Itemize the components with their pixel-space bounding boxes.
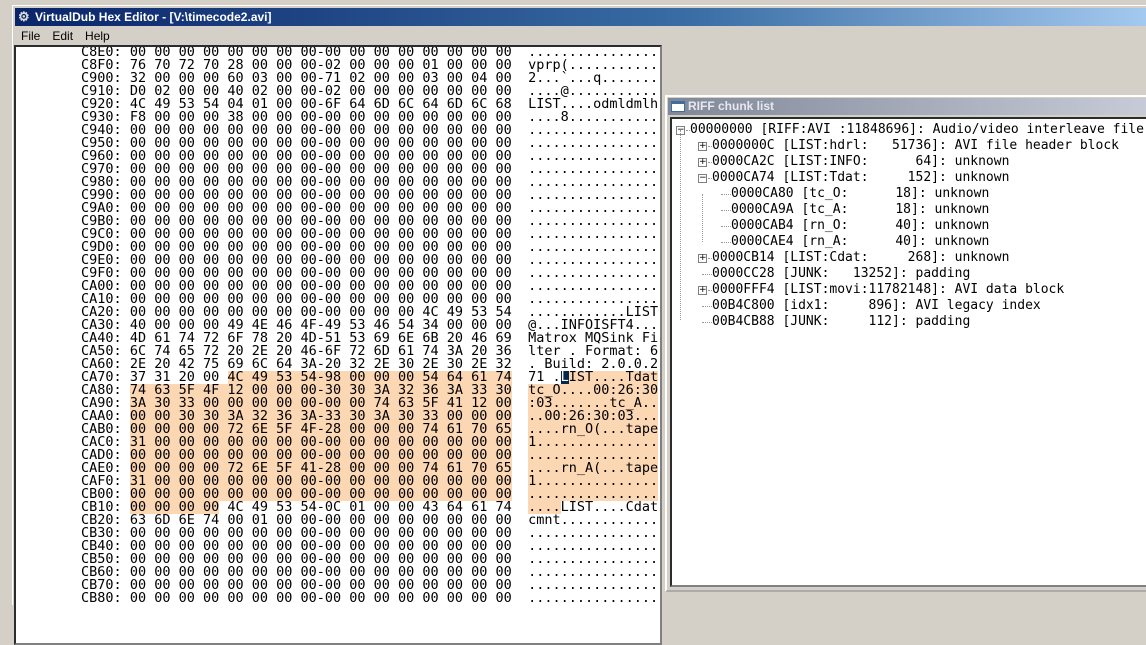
tree-guide-line	[702, 194, 703, 242]
chunk-tree[interactable]: − 00000000 [RIFF:AVI :11848696]: Audio/vi…	[670, 117, 1146, 587]
chunk-tree-item[interactable]: +0000FFF4 [LIST:movi:11782148]: AVI data…	[672, 282, 1146, 298]
row-address: CB80	[81, 590, 114, 606]
chunk-label: 0000CA74 [LIST:Tdat: 152]: unknown	[712, 170, 1010, 185]
menu-file[interactable]: File	[15, 27, 46, 45]
menu-edit[interactable]: Edit	[46, 27, 79, 45]
collapse-icon[interactable]: −	[698, 174, 707, 183]
expand-icon[interactable]: +	[698, 254, 707, 263]
row-indent	[16, 590, 81, 606]
tree-connector	[721, 210, 731, 211]
chunk-tree-item[interactable]: 00B4CB88 [JUNK: 112]: padding	[672, 314, 1146, 330]
tree-guide-line	[680, 130, 681, 320]
text-cursor	[560, 371, 569, 384]
title-bar[interactable]: ⚙ VirtualDub Hex Editor - [V:\timecode2.…	[15, 8, 1146, 26]
column-gap	[512, 590, 528, 606]
chunk-tree-item[interactable]: −00000000 [RIFF:AVI :11848696]: Audio/vi…	[672, 122, 1146, 138]
chunk-label: 0000CA80 [tc_O: 18]: unknown	[731, 186, 990, 201]
hex-bytes[interactable]: 00 00 00 00 00 00 00 00-00 00 00 00 00 0…	[130, 590, 512, 606]
expand-icon[interactable]: +	[698, 158, 707, 167]
chunk-tree-item[interactable]: 0000CAB4 [rn_O: 40]: unknown	[672, 218, 1146, 234]
chunk-tree-item[interactable]: 0000CA9A [tc_A: 18]: unknown	[672, 202, 1146, 218]
window-title: VirtualDub Hex Editor - [V:\timecode2.av…	[35, 10, 272, 24]
chunk-tree-item[interactable]: 00B4C800 [idx1: 896]: AVI legacy index	[672, 298, 1146, 314]
chunk-list-title-bar[interactable]: RIFF chunk list	[668, 98, 1146, 115]
chunk-tree-item[interactable]: −0000CA74 [LIST:Tdat: 152]: unknown	[672, 170, 1146, 186]
expand-icon[interactable]: +	[698, 142, 707, 151]
chunk-tree-item[interactable]: +0000CA2C [LIST:INFO: 64]: unknown	[672, 154, 1146, 170]
tree-connector	[721, 242, 731, 243]
chunk-label: 0000FFF4 [LIST:movi:11782148]: AVI data …	[712, 282, 1065, 297]
window-icon	[671, 101, 685, 112]
chunk-label: 0000CAB4 [rn_O: 40]: unknown	[731, 218, 990, 233]
chunk-list-title: RIFF chunk list	[688, 99, 775, 113]
chunk-label: 0000CC28 [JUNK: 13252]: padding	[712, 266, 971, 281]
chunk-tree-item[interactable]: +0000000C [LIST:hdrl: 51736]: AVI file h…	[672, 138, 1146, 154]
chunk-label: 00B4C800 [idx1: 896]: AVI legacy index	[712, 298, 1041, 313]
chunk-tree-item[interactable]: 0000CC28 [JUNK: 13252]: padding	[672, 266, 1146, 282]
hex-row[interactable]: CB80: 00 00 00 00 00 00 00 00-00 00 00 0…	[16, 590, 658, 606]
hex-view[interactable]: C8E0: 00 00 00 00 00 00 00 00-00 00 00 0…	[14, 45, 662, 645]
chunk-label: 0000CA9A [tc_A: 18]: unknown	[731, 202, 990, 217]
tree-connector	[702, 322, 712, 323]
chunk-tree-item[interactable]: 0000CAE4 [rn_A: 40]: unknown	[672, 234, 1146, 250]
chunk-tree-item[interactable]: +0000CB14 [LIST:Cdat: 268]: unknown	[672, 250, 1146, 266]
chunk-tree-item[interactable]: 0000CA80 [tc_O: 18]: unknown	[672, 186, 1146, 202]
chunk-label: 00B4CB88 [JUNK: 112]: padding	[712, 314, 971, 329]
hex-rows: C8E0: 00 00 00 00 00 00 00 00-00 00 00 0…	[16, 47, 658, 606]
ascii-column[interactable]: ................	[528, 590, 658, 606]
tree-connector	[721, 194, 731, 195]
chunk-label: 0000CAE4 [rn_A: 40]: unknown	[731, 234, 990, 249]
chunk-label: 00000000 [RIFF:AVI :11848696]: Audio/vid…	[690, 122, 1144, 137]
tree-connector	[721, 226, 731, 227]
riff-chunk-list-window: RIFF chunk list − 00000000 [RIFF:AVI :118…	[665, 95, 1146, 592]
chunk-label: 0000CA2C [LIST:INFO: 64]: unknown	[712, 154, 1010, 169]
menu-help[interactable]: Help	[79, 27, 116, 45]
menu-bar: File Edit Help	[15, 27, 116, 45]
tree-connector	[702, 306, 712, 307]
address-separator: :	[113, 590, 130, 606]
chunk-label: 0000CB14 [LIST:Cdat: 268]: unknown	[712, 250, 1010, 265]
gear-app-icon: ⚙	[18, 9, 30, 24]
chunk-label: 0000000C [LIST:hdrl: 51736]: AVI file he…	[712, 138, 1119, 153]
tree-connector	[702, 274, 712, 275]
expand-icon[interactable]: +	[698, 286, 707, 295]
